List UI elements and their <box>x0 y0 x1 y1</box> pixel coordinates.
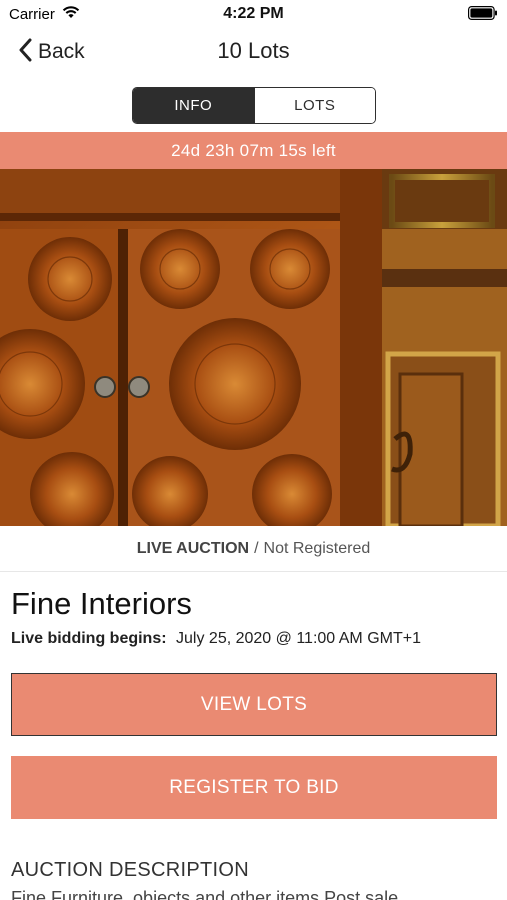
live-bidding-value: July 25, 2020 @ 11:00 AM GMT+1 <box>176 630 421 647</box>
countdown-banner: 24d 23h 07m 15s left <box>0 132 507 169</box>
register-to-bid-button[interactable]: REGISTER TO BID <box>11 756 497 819</box>
page-title: 10 Lots <box>217 38 290 63</box>
status-separator: / <box>254 539 259 557</box>
auction-status: LIVE AUCTION / Not Registered <box>0 526 507 572</box>
auction-type-label: LIVE AUCTION <box>136 539 250 557</box>
auction-description-text: Fine Furniture, objects and other items … <box>11 888 399 900</box>
status-bar: Carrier 4:22 PM <box>0 0 507 28</box>
view-lots-button[interactable]: VIEW LOTS <box>11 673 497 736</box>
auction-title: Fine Interiors <box>11 586 192 621</box>
live-bidding-date: Live bidding begins: July 25, 2020 @ 11:… <box>11 630 421 648</box>
auction-hero-image <box>0 169 507 526</box>
auction-description-heading: AUCTION DESCRIPTION <box>11 859 249 881</box>
battery-icon <box>468 6 498 25</box>
live-bidding-label: Live bidding begins: <box>11 630 167 647</box>
navigation-bar: Back 10 Lots <box>0 28 507 76</box>
tab-lots[interactable]: LOTS <box>253 88 375 123</box>
registration-status: Not Registered <box>263 539 371 557</box>
clock-time: 4:22 PM <box>223 5 284 22</box>
tab-info[interactable]: INFO <box>133 88 254 123</box>
info-lots-segmented-control: INFO LOTS <box>132 87 376 124</box>
